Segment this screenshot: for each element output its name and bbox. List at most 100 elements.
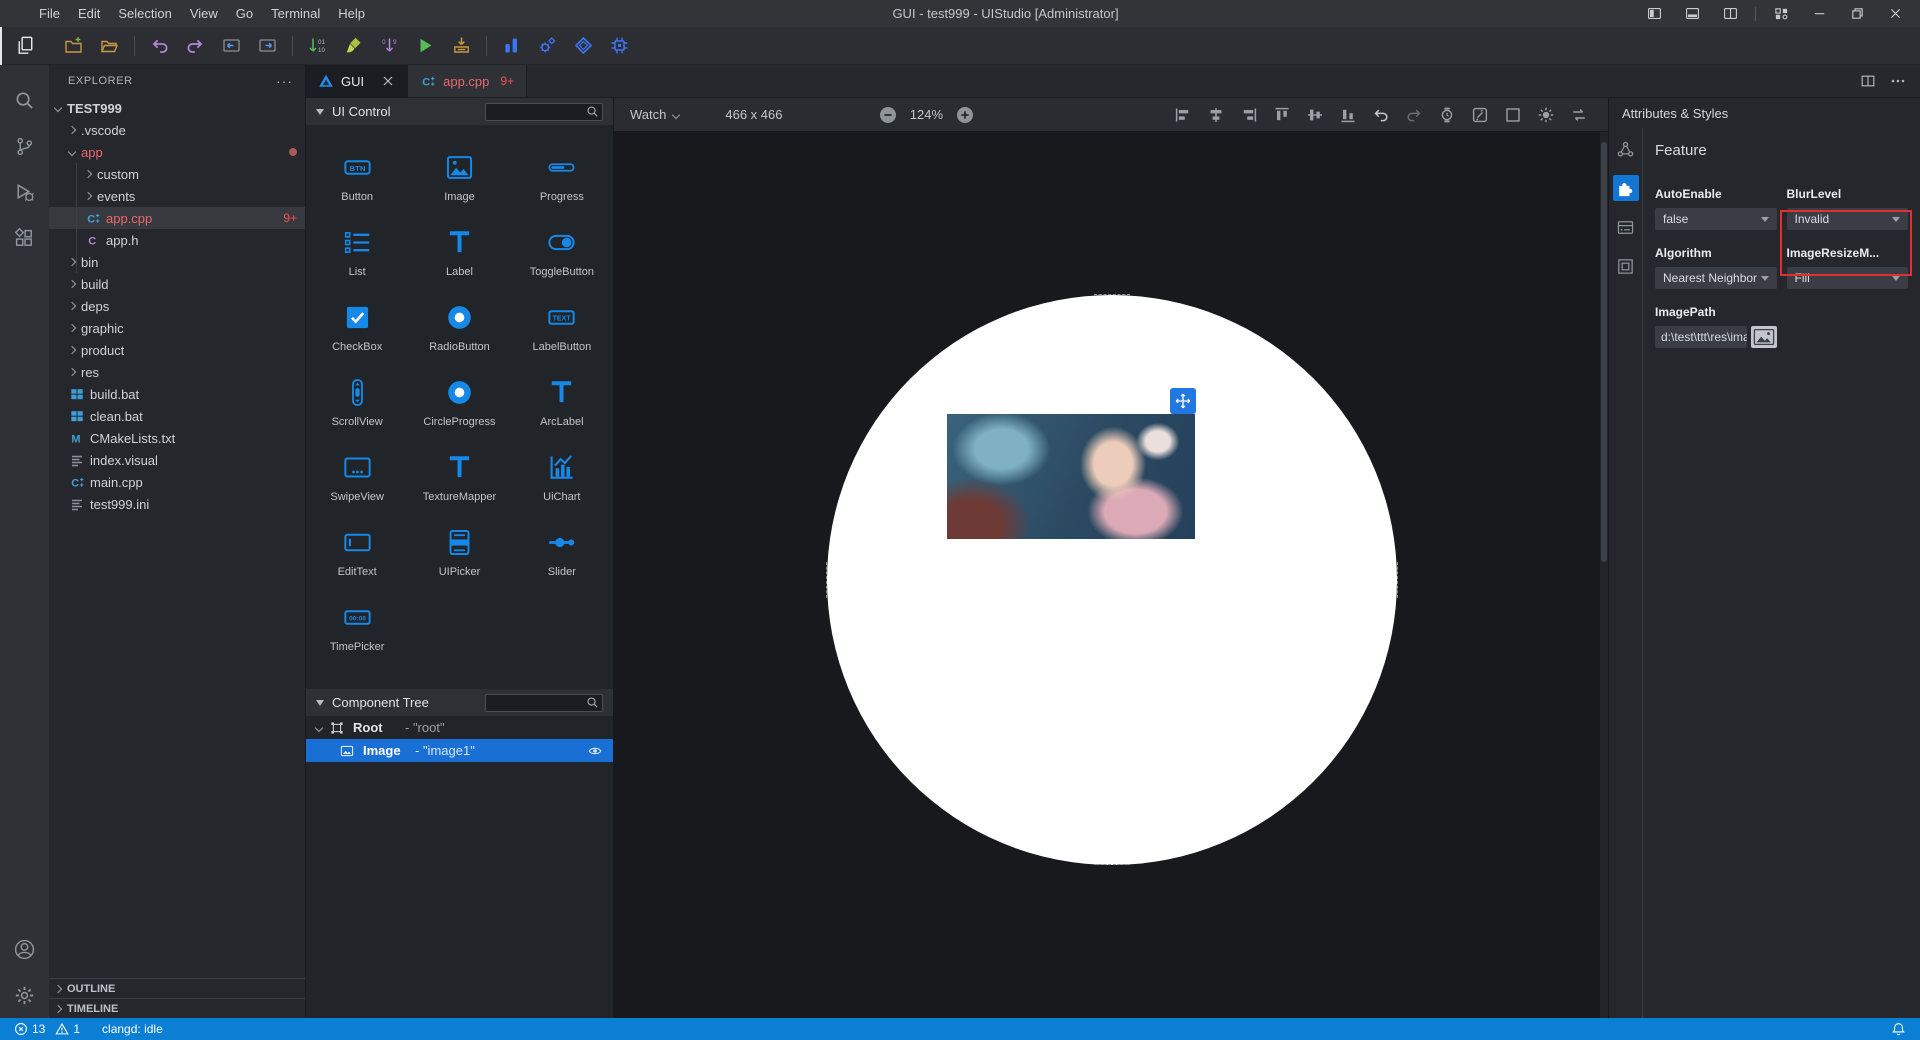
format-icon[interactable] — [574, 36, 593, 55]
undo-icon[interactable] — [150, 36, 169, 55]
palette-swipeview[interactable]: SwipeView — [306, 439, 408, 514]
image1-control[interactable] — [947, 414, 1195, 539]
theme-icon[interactable] — [1537, 106, 1555, 124]
align-middle-icon[interactable] — [1306, 106, 1324, 124]
watch-icon[interactable] — [1438, 106, 1456, 124]
problems-errors[interactable]: 13 — [14, 1022, 45, 1036]
menu-file[interactable]: File — [30, 6, 69, 21]
undo-icon[interactable] — [1372, 106, 1390, 124]
restore-button[interactable] — [1840, 1, 1874, 27]
palette-uichart[interactable]: UiChart — [511, 439, 613, 514]
more-actions-icon[interactable] — [1890, 73, 1906, 89]
explorer-item-vscode[interactable]: .vscode — [49, 119, 305, 141]
explorer-item-test999-ini[interactable]: test999.ini — [49, 493, 305, 515]
explorer-root-test999[interactable]: TEST999 — [49, 97, 305, 119]
window-next-icon[interactable] — [258, 36, 277, 55]
component-tree-header[interactable]: Component Tree — [306, 689, 613, 716]
explorer-item-app-h[interactable]: Capp.h — [49, 229, 305, 251]
clangd-status[interactable]: clangd: idle — [102, 1022, 163, 1036]
activity-item-account[interactable] — [0, 926, 49, 972]
auto-enable-dropdown[interactable]: false — [1655, 208, 1777, 230]
layout-panel-button[interactable] — [1675, 1, 1709, 27]
menu-help[interactable]: Help — [329, 6, 374, 21]
sort-num-icon[interactable]: 0110 — [308, 36, 327, 55]
sort-val-icon[interactable]: 90 — [380, 36, 399, 55]
activity-item-search[interactable] — [0, 77, 49, 123]
window-prev-icon[interactable] — [222, 36, 241, 55]
tree-node-root[interactable]: Root - "root" — [306, 716, 613, 739]
activity-item-extensions[interactable] — [0, 215, 49, 261]
explorer-item-build-bat[interactable]: build.bat — [49, 383, 305, 405]
palette-scrollview[interactable]: ScrollView — [306, 364, 408, 439]
zoom-in-button[interactable] — [956, 106, 974, 124]
explorer-item-product[interactable]: product — [49, 339, 305, 361]
rail-puzzle[interactable] — [1613, 175, 1639, 201]
browse-image-button[interactable] — [1751, 326, 1777, 348]
frame-icon[interactable] — [1504, 106, 1522, 124]
align-right-icon[interactable] — [1240, 106, 1258, 124]
rail-info-rail[interactable] — [1613, 214, 1639, 240]
more-actions-icon[interactable]: ··· — [276, 73, 293, 89]
close-button[interactable] — [1878, 1, 1912, 27]
deploy-icon[interactable] — [452, 36, 471, 55]
tab-gui[interactable]: GUI — [306, 65, 408, 97]
explorer-item-deps[interactable]: deps — [49, 295, 305, 317]
layout-columns-button[interactable] — [1713, 1, 1747, 27]
align-top-icon[interactable] — [1273, 106, 1291, 124]
align-center-icon[interactable] — [1207, 106, 1225, 124]
explorer-item-events[interactable]: events — [49, 185, 305, 207]
menu-selection[interactable]: Selection — [109, 6, 180, 21]
chip-icon[interactable] — [610, 36, 629, 55]
layout-sidebar-button[interactable] — [1637, 1, 1671, 27]
menu-view[interactable]: View — [181, 6, 227, 21]
ui-control-header[interactable]: UI Control — [306, 98, 613, 125]
section-outline[interactable]: OUTLINE — [49, 978, 305, 998]
palette-image[interactable]: Image — [408, 139, 510, 214]
notifications-bell-icon[interactable] — [1891, 1022, 1906, 1037]
move-handle[interactable] — [1170, 388, 1196, 414]
device-mode-dropdown[interactable]: Watch — [630, 107, 679, 122]
open-folder-icon[interactable] — [100, 36, 119, 55]
menu-terminal[interactable]: Terminal — [262, 6, 329, 21]
palette-arclabel[interactable]: ArcLabel — [511, 364, 613, 439]
explorer-item-build[interactable]: build — [49, 273, 305, 295]
palette-button[interactable]: BTNButton — [306, 139, 408, 214]
monitor-icon[interactable] — [502, 36, 521, 55]
menu-edit[interactable]: Edit — [69, 6, 109, 21]
activity-item-explorer[interactable] — [0, 27, 49, 65]
section-timeline[interactable]: TIMELINE — [49, 998, 305, 1018]
palette-radiobutton[interactable]: RadioButton — [408, 289, 510, 364]
explorer-item-main-cpp[interactable]: Cmain.cpp — [49, 471, 305, 493]
redo-icon[interactable] — [1405, 106, 1423, 124]
blur-level-dropdown[interactable]: Invalid — [1787, 208, 1909, 230]
tab-app-cpp[interactable]: C app.cpp 9+ — [408, 65, 527, 97]
palette-checkbox[interactable]: CheckBox — [306, 289, 408, 364]
palette-uipicker[interactable]: UIPicker — [408, 514, 510, 589]
gears-icon[interactable] — [538, 36, 557, 55]
palette-list[interactable]: List — [306, 214, 408, 289]
activity-item-source-control[interactable] — [0, 123, 49, 169]
explorer-item-res[interactable]: res — [49, 361, 305, 383]
split-editor-icon[interactable] — [1860, 73, 1876, 89]
palette-labelbutton[interactable]: TEXTLabelButton — [511, 289, 613, 364]
image-path-input[interactable]: d:\test\ttt\res\imag — [1655, 326, 1747, 348]
palette-circleprogress[interactable]: CircleProgress — [408, 364, 510, 439]
search-input[interactable] — [485, 694, 603, 712]
tree-node-image1[interactable]: Image - "image1" — [306, 739, 613, 762]
palette-label[interactable]: Label — [408, 214, 510, 289]
visibility-eye-icon[interactable] — [587, 743, 603, 759]
palette-progress[interactable]: Progress — [511, 139, 613, 214]
menu-go[interactable]: Go — [227, 6, 262, 21]
root-control-circle[interactable] — [827, 295, 1397, 865]
palette-slider[interactable]: Slider — [511, 514, 613, 589]
canvas-viewport[interactable] — [614, 132, 1608, 1018]
explorer-item-clean-bat[interactable]: clean.bat — [49, 405, 305, 427]
algorithm-dropdown[interactable]: Nearest Neighbor — [1655, 267, 1777, 289]
close-icon[interactable] — [381, 74, 395, 88]
redo-icon[interactable] — [186, 36, 205, 55]
palette-texturemapper[interactable]: TextureMapper — [408, 439, 510, 514]
explorer-item-custom[interactable]: custom — [49, 163, 305, 185]
zoom-out-button[interactable] — [879, 106, 897, 124]
rail-share-rail[interactable] — [1613, 136, 1639, 162]
explorer-item-bin[interactable]: bin — [49, 251, 305, 273]
